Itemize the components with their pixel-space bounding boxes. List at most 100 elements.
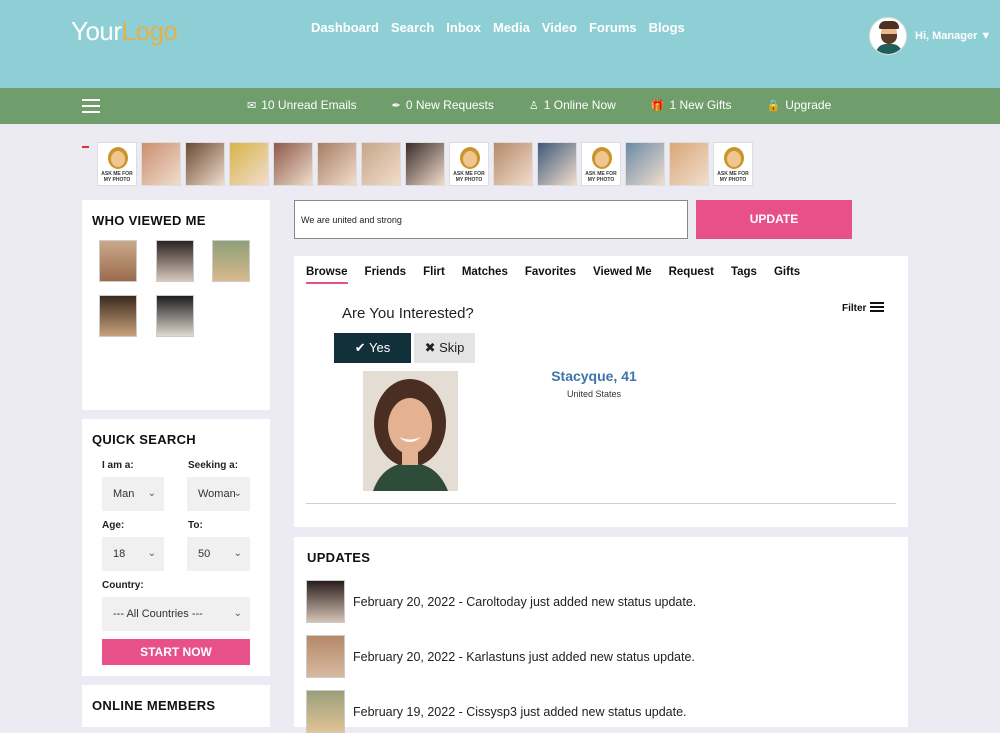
ask-photo-thumb[interactable]: ASK ME FOR MY PHOTO bbox=[581, 142, 621, 186]
ask-photo-caption: ASK ME FOR MY PHOTO bbox=[717, 171, 749, 183]
viewer-photo[interactable] bbox=[212, 240, 250, 282]
divider bbox=[306, 503, 896, 504]
pen-icon: ✒ bbox=[391, 99, 401, 112]
member-thumb[interactable] bbox=[229, 142, 269, 186]
check-icon: ✔ bbox=[354, 340, 366, 355]
tab-gifts[interactable]: Gifts bbox=[774, 266, 800, 284]
tab-request[interactable]: Request bbox=[669, 266, 714, 284]
chevron-down-icon: ⌄ bbox=[147, 488, 156, 499]
stats-list: ✉ 10 Unread Emails ✒ 0 New Requests ♙ 1 Onlin… bbox=[247, 98, 866, 112]
logo-part-your: Your bbox=[71, 16, 122, 46]
filter-button[interactable]: Filter bbox=[842, 302, 885, 314]
main-nav: Dashboard Search Inbox Media Video Forum… bbox=[311, 20, 697, 35]
tab-viewed-me[interactable]: Viewed Me bbox=[593, 266, 652, 284]
who-viewed-title: WHO VIEWED ME bbox=[92, 213, 206, 228]
mail-icon: ✉ bbox=[247, 99, 257, 112]
member-thumb[interactable] bbox=[493, 142, 533, 186]
tab-matches[interactable]: Matches bbox=[462, 266, 508, 284]
ask-photo-thumb[interactable]: ASK ME FOR MY PHOTO bbox=[97, 142, 137, 186]
ask-photo-thumb[interactable]: ASK ME FOR MY PHOTO bbox=[449, 142, 489, 186]
i-am-select[interactable]: Man ⌄ bbox=[102, 477, 164, 511]
updates-panel: UPDATES February 20, 2022 - Caroltoday j… bbox=[294, 537, 908, 733]
quick-search-title: QUICK SEARCH bbox=[92, 432, 196, 447]
member-thumb[interactable] bbox=[537, 142, 577, 186]
browse-tabs: Browse Friends Flirt Matches Favorites Viewed… bbox=[306, 266, 817, 284]
update-text: February 20, 2022 - Karlastuns just adde… bbox=[353, 649, 695, 664]
skip-button[interactable]: ✖ Skip bbox=[414, 333, 475, 363]
stat-item[interactable]: ✉ 10 Unread Emails bbox=[247, 98, 357, 112]
ask-photo-thumb[interactable]: ASK ME FOR MY PHOTO bbox=[713, 142, 753, 186]
chevron-down-icon: ▼ bbox=[980, 30, 992, 42]
nav-media[interactable]: Media bbox=[493, 20, 530, 35]
status-input[interactable]: We are united and strong bbox=[294, 200, 688, 239]
gift-icon: 🎁 bbox=[650, 99, 665, 112]
update-thumb[interactable] bbox=[306, 580, 345, 623]
viewer-photo[interactable] bbox=[99, 295, 137, 337]
yes-button[interactable]: ✔ Yes bbox=[334, 333, 411, 363]
member-thumb[interactable] bbox=[317, 142, 357, 186]
profile-photo[interactable] bbox=[363, 371, 458, 491]
update-button[interactable]: UPDATE bbox=[696, 200, 852, 239]
profile-name[interactable]: Stacyque, 41 bbox=[499, 368, 689, 384]
nav-forums[interactable]: Forums bbox=[589, 20, 637, 35]
tab-browse[interactable]: Browse bbox=[306, 266, 348, 284]
stat-item[interactable]: ✒ 0 New Requests bbox=[392, 98, 494, 112]
chevron-down-icon: ⌄ bbox=[147, 548, 156, 559]
member-thumb[interactable] bbox=[185, 142, 225, 186]
nav-search[interactable]: Search bbox=[391, 20, 434, 35]
hamburger-menu-icon[interactable] bbox=[82, 99, 100, 113]
browse-panel: Browse Friends Flirt Matches Favorites Viewed… bbox=[294, 256, 908, 527]
user-greeting[interactable]: Hi, Manager ▼ bbox=[915, 30, 991, 42]
member-thumb[interactable] bbox=[141, 142, 181, 186]
stat-label: 1 Online Now bbox=[543, 98, 616, 112]
filter-label: Filter bbox=[842, 302, 867, 314]
nav-blogs[interactable]: Blogs bbox=[649, 20, 685, 35]
tab-flirt[interactable]: Flirt bbox=[423, 266, 445, 284]
user-avatar[interactable] bbox=[869, 17, 907, 55]
age-from-select[interactable]: 18 ⌄ bbox=[102, 537, 164, 571]
member-thumb[interactable] bbox=[405, 142, 445, 186]
seeking-label: Seeking a: bbox=[188, 460, 239, 471]
ask-photo-caption: ASK ME FOR MY PHOTO bbox=[101, 171, 133, 183]
updates-title: UPDATES bbox=[307, 550, 371, 565]
filter-icon bbox=[870, 302, 885, 314]
tab-favorites[interactable]: Favorites bbox=[525, 266, 576, 284]
update-item[interactable]: February 20, 2022 - Karlastuns just adde… bbox=[306, 635, 695, 678]
nav-dashboard[interactable]: Dashboard bbox=[311, 20, 379, 35]
viewer-photo[interactable] bbox=[156, 295, 194, 337]
stat-item[interactable]: 🔒 Upgrade bbox=[767, 98, 832, 112]
tab-friends[interactable]: Friends bbox=[365, 266, 407, 284]
age-to-select[interactable]: 50 ⌄ bbox=[187, 537, 250, 571]
member-thumb[interactable] bbox=[669, 142, 709, 186]
viewer-photo[interactable] bbox=[156, 240, 194, 282]
online-members-title: ONLINE MEMBERS bbox=[92, 698, 216, 713]
online-members-panel: ONLINE MEMBERS bbox=[82, 685, 270, 727]
seeking-select[interactable]: Woman ⌄ bbox=[187, 477, 250, 511]
viewer-photo[interactable] bbox=[99, 240, 137, 282]
update-item[interactable]: February 20, 2022 - Caroltoday just adde… bbox=[306, 580, 696, 623]
user-menu[interactable]: Hi, Manager ▼ bbox=[869, 17, 991, 55]
update-thumb[interactable] bbox=[306, 635, 345, 678]
update-text: February 19, 2022 - Cissysp3 just added … bbox=[353, 704, 687, 719]
ask-photo-caption: ASK ME FOR MY PHOTO bbox=[453, 171, 485, 183]
stat-item[interactable]: ♙ 1 Online Now bbox=[529, 98, 616, 112]
start-now-button[interactable]: START NOW bbox=[102, 639, 250, 665]
country-select[interactable]: --- All Countries --- ⌄ bbox=[102, 597, 250, 631]
to-label: To: bbox=[188, 520, 203, 531]
nav-video[interactable]: Video bbox=[542, 20, 577, 35]
member-thumb[interactable] bbox=[273, 142, 313, 186]
stat-item[interactable]: 🎁 1 New Gifts bbox=[651, 98, 732, 112]
person-icon: ♙ bbox=[528, 99, 539, 112]
member-thumb[interactable] bbox=[625, 142, 665, 186]
lock-icon: 🔒 bbox=[766, 99, 781, 112]
tab-tags[interactable]: Tags bbox=[731, 266, 757, 284]
top-header: YourLogo Dashboard Search Inbox Media Vi… bbox=[0, 0, 1000, 88]
chevron-down-icon: ⌄ bbox=[233, 548, 242, 559]
age-label: Age: bbox=[102, 520, 125, 531]
site-logo[interactable]: YourLogo bbox=[71, 16, 178, 47]
chevron-down-icon: ⌄ bbox=[233, 608, 242, 619]
member-thumb[interactable] bbox=[361, 142, 401, 186]
member-photo-strip: ASK ME FOR MY PHOTO ASK ME FOR MY PHOTO AS… bbox=[82, 142, 753, 186]
nav-inbox[interactable]: Inbox bbox=[446, 20, 481, 35]
quick-search-panel: QUICK SEARCH I am a: Seeking a: Man ⌄ Wom… bbox=[82, 419, 270, 676]
